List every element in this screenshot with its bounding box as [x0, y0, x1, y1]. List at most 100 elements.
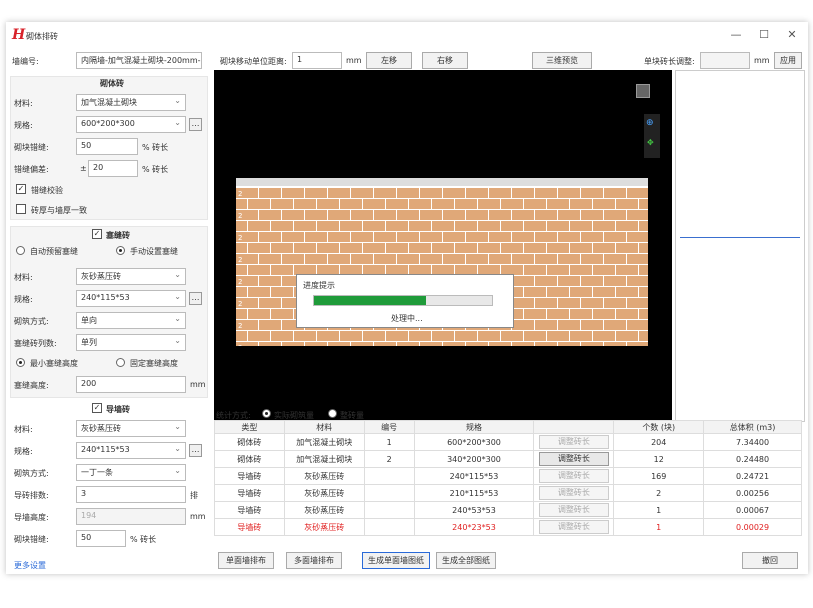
guide-spec-select[interactable]: 240*115*53 ⌄: [76, 442, 186, 459]
undo-button[interactable]: 撤回: [742, 552, 798, 569]
single-wall-button[interactable]: 单面墙排布: [218, 552, 274, 569]
thickness-match-checkbox[interactable]: [16, 204, 26, 214]
adjust-length-button[interactable]: 调整砖长: [538, 469, 609, 483]
more-button[interactable]: …: [189, 118, 202, 131]
adjust-length-button[interactable]: 调整砖长: [538, 452, 609, 466]
whole-brick-radio[interactable]: [328, 409, 337, 418]
auto-gap-radio[interactable]: [16, 246, 25, 255]
pan-icon[interactable]: ✥: [647, 138, 654, 147]
brick: [512, 342, 534, 346]
progress-title: 进度提示: [303, 281, 335, 290]
brick: [455, 331, 477, 341]
move-left-button[interactable]: 左移: [366, 52, 412, 69]
generate-single-button[interactable]: 生成单面墙图纸: [362, 552, 430, 569]
side-view-panel: [675, 70, 805, 422]
multi-wall-button[interactable]: 多面墙排布: [286, 552, 342, 569]
guide-height-input[interactable]: 194: [76, 508, 186, 525]
brick-number: 2: [238, 190, 242, 198]
top-brick-spec-select[interactable]: 240*115*53 ⌄: [76, 290, 186, 307]
brick: [432, 243, 454, 253]
brick: [524, 287, 546, 297]
brick: [409, 243, 431, 253]
chevron-down-icon: ⌄: [174, 118, 181, 127]
table-cell: 240*23*53: [413, 518, 535, 536]
min-height-radio[interactable]: [16, 358, 25, 367]
brick: [420, 210, 442, 220]
top-brick-checkbox[interactable]: ✓: [92, 229, 102, 239]
brick: [420, 342, 442, 346]
guide-method-select[interactable]: 一丁一条 ⌄: [76, 464, 186, 481]
table-row[interactable]: 导墙砖 灰砂蒸压砖 210*115*53 调整砖长 2 0.00256: [214, 484, 802, 502]
top-brick-material-select[interactable]: 灰砂蒸压砖 ⌄: [76, 268, 186, 285]
brick: [535, 210, 557, 220]
table-row[interactable]: 砌体砖 加气混凝土砌块 2 340*200*300 调整砖长 12 0.24480: [214, 450, 802, 468]
top-brick-method-select[interactable]: 单向 ⌄: [76, 312, 186, 329]
brick-length-adjust-input[interactable]: [700, 52, 750, 69]
brick: [639, 287, 648, 297]
block-material-select[interactable]: 加气混凝土砌块 ⌄: [76, 94, 186, 111]
generate-all-button[interactable]: 生成全部图纸: [436, 552, 496, 569]
brick: [478, 243, 500, 253]
joint-check-checkbox[interactable]: ✓: [16, 184, 26, 194]
close-button[interactable]: ✕: [782, 28, 802, 41]
adjust-length-button[interactable]: 调整砖长: [538, 486, 609, 500]
zoom-icon[interactable]: ⊕: [646, 118, 654, 128]
brick: [259, 320, 281, 330]
table-row[interactable]: 导墙砖 灰砂蒸压砖 240*23*53 调整砖长 1 0.00029: [214, 518, 802, 536]
wall-id-field[interactable]: 内隔墙-加气混凝土砌块-200mm-0C: [76, 52, 202, 69]
guide-material-select[interactable]: 灰砂蒸压砖 ⌄: [76, 420, 186, 437]
block-spec-select[interactable]: 600*200*300 ⌄: [76, 116, 186, 133]
brick: [236, 265, 247, 275]
block-joint-input[interactable]: 50: [76, 138, 138, 155]
more-settings-link[interactable]: 更多设置: [14, 560, 46, 571]
brick: [558, 210, 580, 220]
fixed-height-radio[interactable]: [116, 358, 125, 367]
guide-layers-input[interactable]: 3: [76, 486, 186, 503]
move-right-button[interactable]: 右移: [422, 52, 468, 69]
brick: [351, 188, 373, 198]
brick: [282, 210, 304, 220]
preview-3d-button[interactable]: 三维预览: [532, 52, 592, 69]
more-button[interactable]: …: [189, 444, 202, 457]
more-button[interactable]: …: [189, 292, 202, 305]
brick: [604, 254, 626, 264]
brick: [466, 342, 488, 346]
table-row[interactable]: 导墙砖 灰砂蒸压砖 240*115*53 调整砖长 169 0.24721: [214, 467, 802, 485]
brick: [512, 232, 534, 242]
wall-preview-canvas[interactable]: ⊕ ✥ 2 2 2 2 2 2 2 2 进度提示 处理中...: [214, 70, 672, 422]
adjust-length-button[interactable]: 调整砖长: [538, 435, 609, 449]
brick: [524, 265, 546, 275]
brick: [581, 210, 603, 220]
guide-wall-checkbox[interactable]: ✓: [92, 403, 102, 413]
deviation-input[interactable]: 20: [88, 160, 138, 177]
rows-label: 塞缝砖列数:: [14, 339, 57, 348]
progress-fill: [314, 296, 427, 305]
minimize-button[interactable]: —: [726, 28, 746, 41]
view-toggle-icon[interactable]: [636, 84, 650, 98]
move-distance-input[interactable]: 1: [292, 52, 342, 69]
manual-gap-label: 手动设置塞缝: [130, 247, 178, 256]
adjust-length-button[interactable]: 调整砖长: [538, 503, 609, 517]
brick: [558, 298, 580, 308]
actual-amount-radio[interactable]: [262, 409, 271, 418]
brick: [524, 221, 546, 231]
brick: [248, 309, 270, 319]
table-cell: 7.34400: [703, 433, 802, 451]
table-row[interactable]: 导墙砖 灰砂蒸压砖 240*53*53 调整砖长 1 0.00067: [214, 501, 802, 519]
brick: [328, 254, 350, 264]
brick: [397, 342, 419, 346]
adjust-length-button[interactable]: 调整砖长: [538, 520, 609, 534]
brick: [501, 221, 523, 231]
apply-button[interactable]: 应用: [774, 52, 802, 69]
brick: [374, 210, 396, 220]
maximize-button[interactable]: ☐: [754, 28, 774, 41]
guide-joint-input[interactable]: 50: [76, 530, 126, 547]
brick: [443, 254, 465, 264]
manual-gap-radio[interactable]: [116, 246, 125, 255]
brick: [328, 188, 350, 198]
brick: [386, 331, 408, 341]
top-brick-height-input[interactable]: 200: [76, 376, 186, 393]
table-row[interactable]: 砌体砖 加气混凝土砌块 1 600*200*300 调整砖长 204 7.34400: [214, 433, 802, 451]
top-brick-rows-select[interactable]: 单列 ⌄: [76, 334, 186, 351]
brick: [616, 199, 638, 209]
